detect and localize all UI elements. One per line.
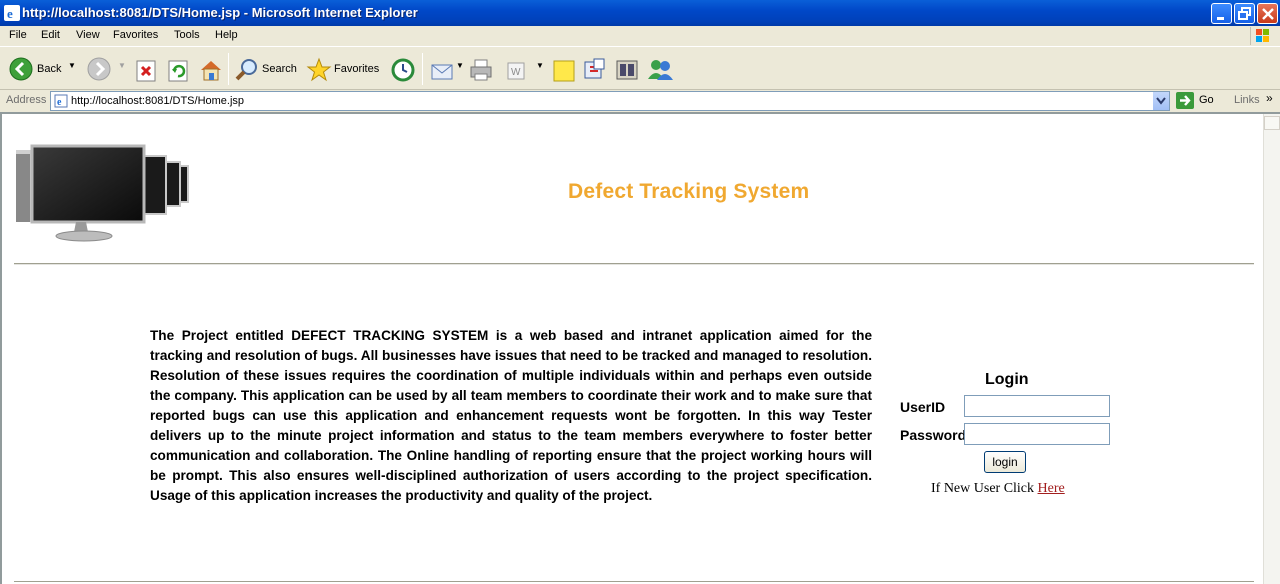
password-input[interactable]: [964, 423, 1110, 445]
toolbar-separator: [422, 53, 423, 85]
menu-bar: File Edit View Favorites Tools Help: [0, 26, 1280, 46]
toolbar-separator: [228, 53, 229, 85]
address-label: Address: [6, 94, 47, 106]
address-dropdown-button[interactable]: [1152, 92, 1169, 110]
history-icon[interactable]: [390, 56, 416, 84]
page-title: Defect Tracking System: [568, 180, 810, 203]
go-arrow-icon[interactable]: [1176, 92, 1194, 109]
forward-icon[interactable]: [86, 55, 112, 83]
minimize-button[interactable]: [1211, 3, 1232, 24]
search-icon[interactable]: [234, 56, 260, 84]
chevron-down-icon: [1156, 97, 1166, 105]
back-icon[interactable]: [8, 55, 34, 83]
userid-input[interactable]: [964, 395, 1110, 417]
register-here-link[interactable]: Here: [1038, 481, 1065, 496]
window-title: http://localhost:8081/DTS/Home.jsp - Mic…: [22, 5, 418, 20]
menu-tools[interactable]: Tools: [174, 29, 200, 41]
menu-edit[interactable]: Edit: [41, 29, 60, 41]
address-bar: Address e http://localhost:8081/DTS/Home…: [0, 90, 1280, 112]
svg-text:e: e: [57, 97, 62, 108]
refresh-icon[interactable]: [166, 57, 190, 85]
favorites-star-icon[interactable]: [306, 56, 332, 84]
menu-favorites[interactable]: Favorites: [113, 29, 158, 41]
back-button[interactable]: Back: [37, 63, 61, 75]
restore-button[interactable]: [1234, 3, 1255, 24]
menu-help[interactable]: Help: [215, 29, 238, 41]
header-divider: [14, 263, 1254, 265]
back-dropdown-icon[interactable]: ▼: [68, 61, 76, 70]
svg-text:e: e: [7, 6, 13, 21]
favorites-button[interactable]: Favorites: [334, 63, 379, 75]
edit-page-icon[interactable]: W: [504, 57, 528, 85]
stop-icon[interactable]: [134, 57, 158, 85]
login-heading: Login: [985, 371, 1029, 388]
research-icon[interactable]: [582, 56, 608, 84]
edit-dropdown-icon[interactable]: ▼: [536, 61, 544, 70]
links-button[interactable]: Links: [1234, 94, 1260, 106]
forward-dropdown-icon[interactable]: ▼: [118, 61, 126, 70]
minimize-icon: [1217, 17, 1224, 20]
menu-view[interactable]: View: [76, 29, 100, 41]
go-button[interactable]: Go: [1199, 94, 1214, 106]
print-icon[interactable]: [468, 56, 494, 84]
menu-file[interactable]: File: [9, 29, 27, 41]
project-description: The Project entitled DEFECT TRACKING SYS…: [150, 328, 872, 503]
internet-explorer-icon: e: [4, 5, 20, 21]
mail-icon[interactable]: [430, 57, 456, 85]
new-user-text: If New User Click: [931, 481, 1035, 496]
search-button[interactable]: Search: [262, 63, 297, 75]
monitors-logo-image: [16, 144, 189, 242]
page-icon: e: [54, 94, 68, 108]
vertical-scrollbar[interactable]: [1263, 114, 1280, 584]
svg-text:W: W: [511, 67, 521, 78]
links-chevron-icon[interactable]: »: [1266, 91, 1273, 105]
restore-icon: [1238, 7, 1251, 20]
new-user-prompt: If New User Click Here: [931, 481, 1065, 497]
toolbar: Back ▼ ▼ Search Favorites ▼ W ▼: [0, 46, 1280, 90]
userid-label: UserID: [900, 399, 946, 415]
close-button[interactable]: [1257, 3, 1278, 24]
close-icon: [1262, 8, 1274, 20]
home-icon[interactable]: [198, 56, 224, 84]
window-title-bar[interactable]: e http://localhost:8081/DTS/Home.jsp - M…: [0, 0, 1280, 26]
address-input[interactable]: e http://localhost:8081/DTS/Home.jsp: [50, 91, 1170, 111]
windows-logo-icon: [1250, 27, 1274, 45]
password-label: Password: [900, 427, 967, 443]
media-icon[interactable]: [614, 56, 640, 84]
login-button[interactable]: login: [984, 451, 1026, 473]
messenger-icon[interactable]: [646, 56, 674, 84]
mail-dropdown-icon[interactable]: ▼: [456, 61, 464, 70]
scroll-up-button[interactable]: [1264, 116, 1280, 130]
footer-divider: [14, 581, 1254, 582]
page-viewport: Defect Tracking System The Project entit…: [0, 112, 1280, 584]
discuss-note-icon[interactable]: [552, 57, 576, 85]
address-url[interactable]: http://localhost:8081/DTS/Home.jsp: [71, 95, 244, 107]
